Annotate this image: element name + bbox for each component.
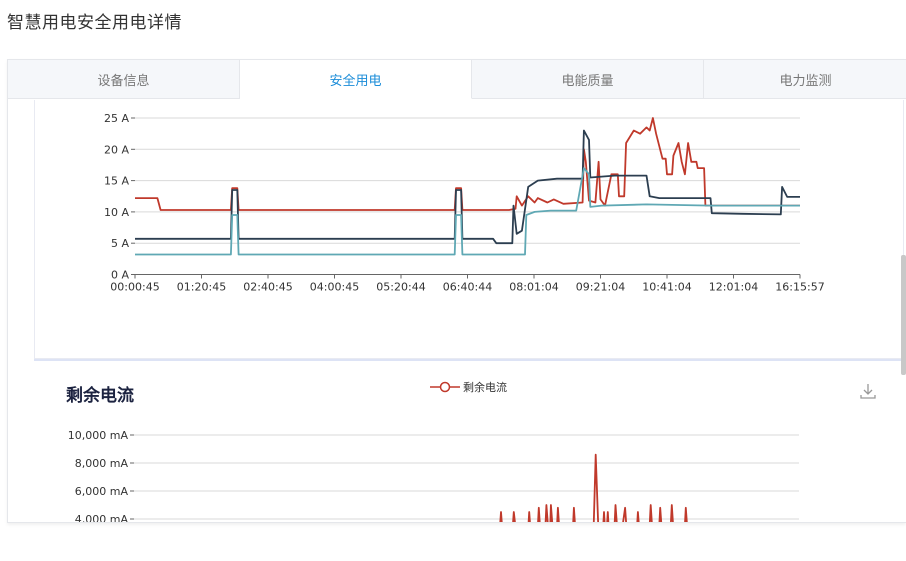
tab-safe-power[interactable]: 安全用电 (240, 60, 472, 99)
x-tick-label: 00:00:45 (110, 281, 159, 294)
x-tick-label: 01:20:45 (177, 281, 226, 294)
y-tick-label: 6,000 mA (75, 485, 129, 498)
current-chart: 0 A5 A10 A15 A20 A25 A00:00:45 01:20:45 02… (104, 112, 825, 294)
x-tick-label: 05:20:44 (376, 281, 425, 294)
series-line-0 (135, 117, 800, 211)
x-tick-label: 16:15:57 (775, 281, 824, 294)
y-tick-label: 10 A (104, 206, 129, 219)
x-tick-label: 12:01:04 (709, 281, 758, 294)
y-tick-label: 4,000 mA (75, 513, 129, 523)
residual-chart: 2,000 mA4,000 mA6,000 mA8,000 mA10,000 m… (68, 429, 799, 523)
y-tick-label: 8,000 mA (75, 457, 129, 470)
series-line-1 (135, 129, 800, 245)
series-line-0 (499, 453, 688, 522)
x-tick-label: 06:40:44 (443, 281, 492, 294)
detail-panel: 设备信息 安全用电 电能质量 电力监测 0 A5 A 10 A 15 A 20 A 25… (7, 59, 906, 523)
y-tick-label: 5 A (111, 237, 129, 250)
tab-device-info[interactable]: 设备信息 (8, 60, 240, 99)
tab-bar: 设备信息 安全用电 电能质量 电力监测 (8, 60, 906, 100)
residual-current-card: 剩余电流 剩余电流 2,000 mA 4,000 mA 6,000 mA 8,000 … (34, 359, 904, 523)
y-tick-label: 20 A (104, 143, 129, 156)
y-tick-label: 10,000 mA (68, 429, 129, 442)
tab-power-quality[interactable]: 电能质量 (472, 60, 704, 99)
x-tick-label: 09:21:04 (576, 281, 625, 294)
x-tick-label: 08:01:04 (509, 281, 558, 294)
x-tick-label: 02:40:45 (243, 281, 292, 294)
tab-content: 0 A5 A 10 A 15 A 20 A 25 A 00:00:45 01:20:45 02… (8, 100, 906, 523)
tab-power-monitoring[interactable]: 电力监测 (704, 60, 906, 99)
y-tick-label: 15 A (104, 175, 129, 188)
scrollbar[interactable] (901, 255, 906, 375)
x-tick-label: 10:41:04 (642, 281, 691, 294)
y-tick-label: 25 A (104, 112, 129, 125)
current-chart-card: 0 A5 A 10 A 15 A 20 A 25 A 00:00:45 01:20:45 02… (34, 100, 904, 359)
page-title: 智慧用电安全用电详情 (7, 13, 182, 33)
x-tick-label: 04:00:45 (310, 281, 359, 294)
